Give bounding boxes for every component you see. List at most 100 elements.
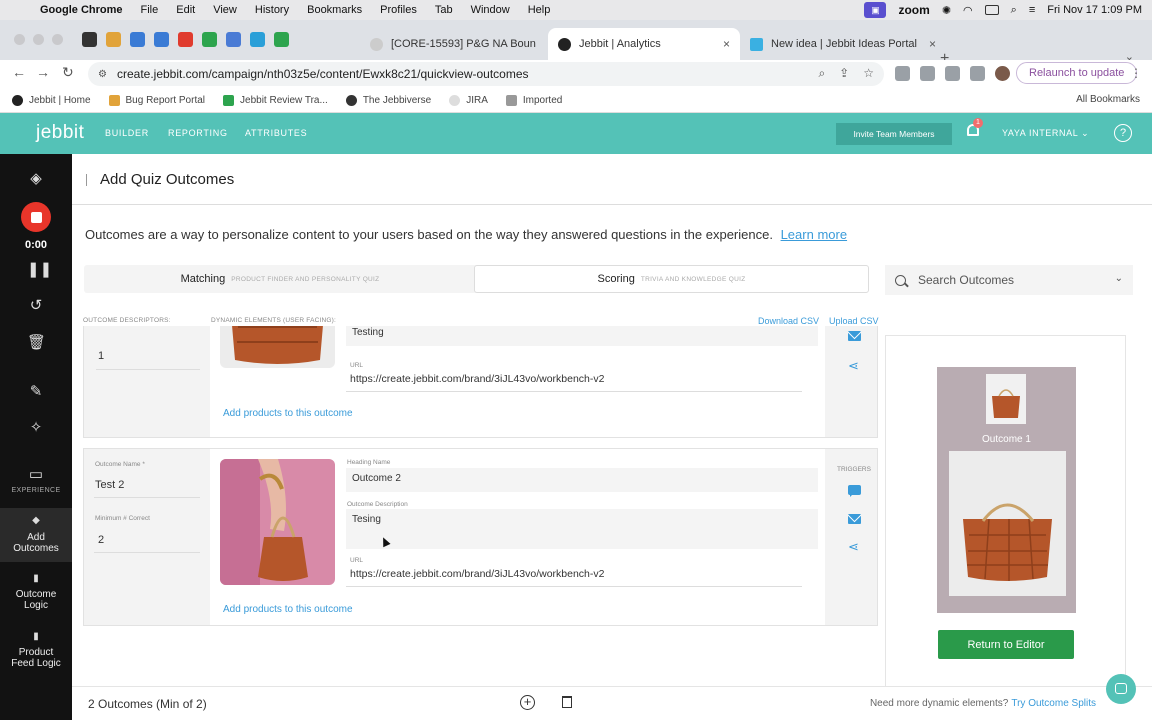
wifi-icon[interactable]: ◠ <box>963 4 973 17</box>
puzzle-extensions-icon[interactable] <box>945 66 960 81</box>
all-bookmarks[interactable]: All Bookmarks <box>1076 94 1140 105</box>
chrome-menu-icon[interactable]: ⋮ <box>1130 66 1142 80</box>
chat-trigger-icon[interactable] <box>848 485 862 499</box>
support-chat-button[interactable] <box>1106 674 1136 704</box>
minimize-window-icon[interactable] <box>33 34 44 45</box>
add-products-link[interactable]: Add products to this outcome <box>223 408 353 419</box>
add-products-link[interactable]: Add products to this outcome <box>223 604 353 615</box>
bookmark-star-icon[interactable]: ☆ <box>863 66 874 81</box>
pencil-icon[interactable]: ✎ <box>27 383 45 401</box>
pinned-tab-icon[interactable] <box>274 32 289 47</box>
zoom-app-label[interactable]: zoom <box>898 3 929 17</box>
menu-file[interactable]: File <box>141 4 159 16</box>
directions-icon[interactable]: ◈ <box>27 170 45 188</box>
pinned-tab-icon[interactable] <box>106 32 121 47</box>
pinned-tab-icon[interactable] <box>202 32 217 47</box>
add-outcomes-icon[interactable]: ◆ <box>27 512 45 530</box>
pause-icon[interactable]: ❚❚ <box>27 261 52 279</box>
sidebar-item-outcome-logic[interactable]: Outcome Logic <box>0 589 72 611</box>
apple-icon[interactable] <box>16 3 30 17</box>
help-icon[interactable]: ? <box>1114 124 1132 142</box>
bookmark-item[interactable]: Jebbit | Home <box>12 94 91 106</box>
outcome-name-field[interactable]: Test 2 <box>95 479 124 491</box>
screen-recorder-icon[interactable]: ▣ <box>864 2 887 18</box>
share-trigger-icon[interactable]: ⋖ <box>848 539 862 554</box>
search-outcomes-dropdown[interactable]: Search Outcomes ⌄ <box>885 265 1133 295</box>
min-correct-value[interactable]: 1 <box>98 350 104 362</box>
outcome-description-field[interactable]: Tesing <box>346 509 818 549</box>
close-tab-icon[interactable]: × <box>723 37 730 51</box>
outcome-url-field[interactable]: https://create.jebbit.com/brand/3iJL43vo… <box>350 373 604 385</box>
restart-icon[interactable]: ↺ <box>27 297 45 315</box>
nav-builder[interactable]: BUILDER <box>105 128 149 138</box>
outcome-logic-icon[interactable]: ▮ <box>27 570 45 588</box>
close-tab-icon[interactable]: × <box>929 37 936 51</box>
pinned-tab-icon[interactable] <box>130 32 145 47</box>
browser-tab[interactable]: New idea | Jebbit Ideas Portal × <box>740 28 946 60</box>
menu-view[interactable]: View <box>213 4 237 16</box>
notifications-bell-icon[interactable]: 1 <box>967 118 983 140</box>
pinned-tab-icon[interactable] <box>82 32 97 47</box>
outcome-url-field[interactable]: https://create.jebbit.com/brand/3iJL43vo… <box>350 568 604 580</box>
bookmark-item[interactable]: The Jebbiverse <box>345 94 431 106</box>
return-to-editor-button[interactable]: Return to Editor <box>938 630 1074 659</box>
menubar-clock[interactable]: Fri Nov 17 1:09 PM <box>1047 4 1142 16</box>
min-correct-field[interactable]: 2 <box>98 534 104 546</box>
mode-matching[interactable]: Matching PRODUCT FINDER AND PERSONALITY Q… <box>84 265 476 293</box>
bookmark-item[interactable]: Bug Report Portal <box>108 94 205 106</box>
reload-icon[interactable]: ↻ <box>62 64 74 81</box>
invite-team-button[interactable]: Invite Team Members <box>836 123 952 145</box>
back-icon[interactable]: ← <box>12 64 26 80</box>
upload-csv-link[interactable]: Upload CSV <box>829 316 879 326</box>
trash-icon[interactable]: 🗑 <box>27 334 46 352</box>
outcome-description-field[interactable]: Testing <box>346 326 818 346</box>
experience-icon[interactable]: ▭ <box>27 466 45 484</box>
relaunch-button[interactable]: Relaunch to update <box>1016 62 1138 84</box>
menu-window[interactable]: Window <box>471 4 510 16</box>
pinned-tab-icon[interactable] <box>250 32 265 47</box>
pinned-tab-icon[interactable] <box>178 32 193 47</box>
outcome-splits-link[interactable]: Try Outcome Splits <box>1011 698 1096 709</box>
close-window-icon[interactable] <box>14 34 25 45</box>
pinned-tab-icon[interactable] <box>154 32 169 47</box>
menu-help[interactable]: Help <box>528 4 551 16</box>
battery-icon[interactable] <box>984 5 999 15</box>
bookmark-item[interactable]: JIRA <box>449 94 488 106</box>
extension-icon[interactable] <box>920 66 935 81</box>
product-image[interactable] <box>220 326 335 368</box>
extension-icon[interactable] <box>895 66 910 81</box>
magic-wand-icon[interactable]: ✧ <box>27 419 45 437</box>
side-panel-icon[interactable] <box>970 66 985 81</box>
menu-profiles[interactable]: Profiles <box>380 4 417 16</box>
product-image[interactable] <box>220 459 335 585</box>
brightness-icon[interactable]: ✺ <box>942 4 951 17</box>
zoom-lens-icon[interactable]: ⌕ <box>818 66 825 81</box>
user-menu[interactable]: YAYA INTERNAL ⌄ <box>1002 128 1089 139</box>
profile-avatar[interactable] <box>995 66 1010 81</box>
email-trigger-icon[interactable] <box>848 514 862 528</box>
menu-app-name[interactable]: Google Chrome <box>40 4 123 16</box>
share-icon[interactable]: ⇪ <box>839 66 849 81</box>
delete-outcome-icon[interactable] <box>562 696 572 708</box>
menu-edit[interactable]: Edit <box>176 4 195 16</box>
menu-bookmarks[interactable]: Bookmarks <box>307 4 362 16</box>
bookmark-item[interactable]: Jebbit Review Tra... <box>223 94 328 106</box>
heading-name-field[interactable]: Outcome 2 <box>346 468 818 492</box>
stop-recording-button[interactable] <box>21 202 51 232</box>
forward-icon[interactable]: → <box>36 64 50 80</box>
browser-tab-active[interactable]: Jebbit | Analytics × <box>548 28 740 60</box>
bookmark-folder[interactable]: Imported <box>505 94 562 106</box>
add-outcome-icon[interactable]: + <box>520 695 535 710</box>
site-info-icon[interactable]: ⚙ <box>98 69 107 80</box>
control-center-icon[interactable]: ≡ <box>1029 4 1035 16</box>
nav-reporting[interactable]: REPORTING <box>168 128 228 138</box>
menu-history[interactable]: History <box>255 4 289 16</box>
share-trigger-icon[interactable]: ⋖ <box>848 358 862 373</box>
mode-scoring[interactable]: Scoring TRIVIA AND KNOWLEDGE QUIZ <box>474 265 869 293</box>
learn-more-link[interactable]: Learn more <box>781 227 847 242</box>
product-feed-icon[interactable]: ▮ <box>27 628 45 646</box>
pinned-tab-icon[interactable] <box>226 32 241 47</box>
sidebar-item-product-feed-logic[interactable]: Product Feed Logic <box>0 647 72 669</box>
search-spotlight-icon[interactable]: ⌕ <box>1011 4 1017 17</box>
address-bar[interactable]: ⚙ create.jebbit.com/campaign/nth03z5e/co… <box>88 62 884 86</box>
